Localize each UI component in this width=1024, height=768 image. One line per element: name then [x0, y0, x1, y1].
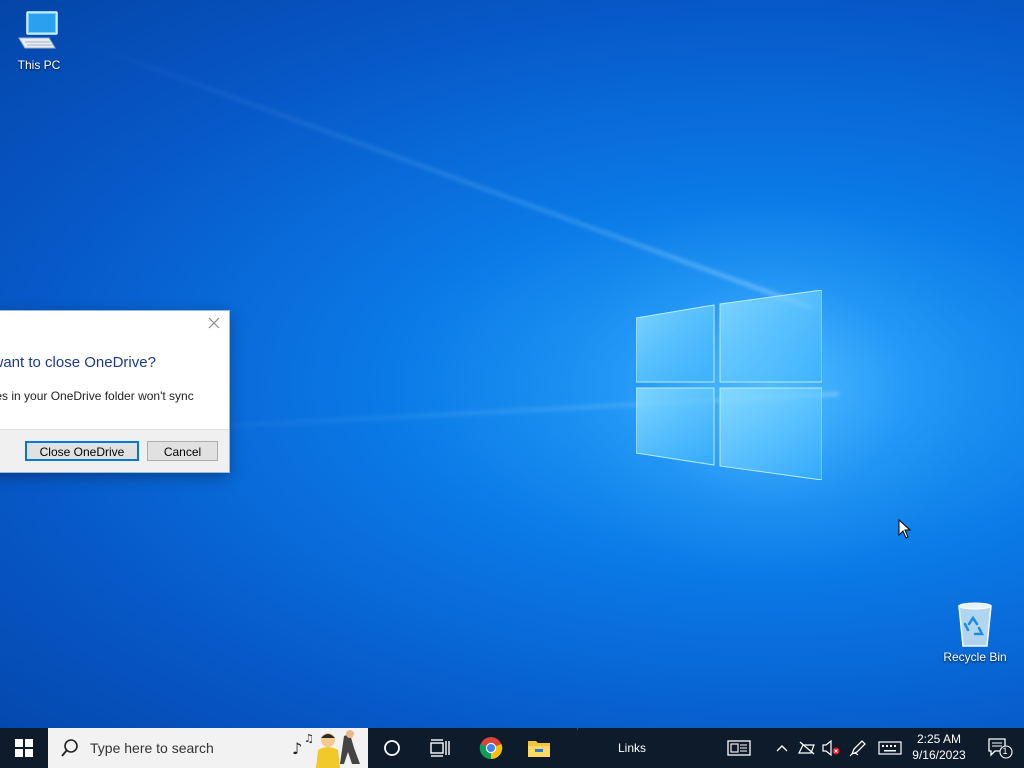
- search-input[interactable]: [88, 739, 292, 757]
- volume-muted-icon: [822, 740, 840, 756]
- action-center-button[interactable]: 1: [980, 728, 1020, 768]
- dialog-body-line: .: [0, 404, 220, 420]
- desktop-icon-recycle-bin[interactable]: Recycle Bin: [937, 600, 1013, 664]
- dialog-close-button[interactable]: [207, 317, 221, 331]
- desktop-icon-label: Recycle Bin: [943, 650, 1007, 664]
- search-highlight-art: ♪ ♫: [292, 730, 360, 768]
- volume-button[interactable]: [820, 728, 842, 768]
- dialog-footer: Close OneDrive Cancel: [0, 429, 229, 472]
- taskbar-clock[interactable]: 2:25 AM 9/16/2023: [904, 731, 974, 765]
- pen-icon: [849, 740, 866, 757]
- desktop: This PC Recycle Bin u want to close OneD…: [0, 0, 1024, 768]
- touch-keyboard-button[interactable]: [876, 728, 904, 768]
- mouse-cursor-icon: [898, 519, 912, 539]
- svg-text:♪: ♪: [292, 739, 302, 758]
- chrome-icon: [479, 737, 503, 760]
- windows-ink-button[interactable]: [846, 728, 870, 768]
- search-icon: [61, 739, 78, 757]
- close-icon: [208, 317, 220, 329]
- recycle-bin-icon: [958, 602, 992, 647]
- windows-start-icon: [15, 739, 33, 757]
- dialog-body-text: , files in your OneDrive folder won't sy…: [0, 388, 220, 420]
- clock-time: 2:25 AM: [916, 732, 962, 746]
- network-icon: [798, 741, 815, 755]
- chrome-taskbar-button[interactable]: [470, 728, 512, 768]
- svg-text:♫: ♫: [304, 732, 314, 745]
- taskbar-search-box[interactable]: ♪ ♫: [48, 728, 368, 768]
- keyboard-icon: [878, 741, 902, 755]
- task-view-icon: [430, 739, 450, 757]
- close-onedrive-dialog: u want to close OneDrive? , files in you…: [0, 311, 229, 472]
- computer-icon: [18, 11, 58, 49]
- task-view-button[interactable]: [420, 728, 460, 768]
- close-onedrive-button[interactable]: Close OneDrive: [25, 441, 139, 461]
- dialog-body-line: , files in your OneDrive folder won't sy…: [0, 389, 194, 403]
- show-hidden-icons-button[interactable]: [772, 728, 792, 768]
- cancel-button[interactable]: Cancel: [147, 441, 218, 461]
- news-and-interests-button[interactable]: [722, 728, 756, 768]
- taskbar: ♪ ♫: [0, 728, 1024, 768]
- notification-count-badge: 1: [1002, 746, 1008, 756]
- clock-date: 9/16/2023: [912, 748, 966, 762]
- desktop-icon-this-pc[interactable]: This PC: [1, 8, 77, 72]
- news-icon: [727, 740, 751, 756]
- desktop-icon-label: This PC: [17, 58, 61, 72]
- light-beam: [78, 40, 813, 310]
- cortana-button[interactable]: [372, 728, 412, 768]
- network-button[interactable]: [796, 728, 818, 768]
- file-explorer-icon: [528, 741, 550, 757]
- start-button[interactable]: [0, 728, 48, 768]
- windows-logo-wallpaper: [636, 290, 822, 480]
- dialog-heading: u want to close OneDrive?: [0, 354, 156, 371]
- file-explorer-taskbar-button[interactable]: [518, 728, 560, 768]
- taskbar-separator: [577, 728, 578, 730]
- cortana-icon: [384, 740, 400, 756]
- links-toolbar[interactable]: Links: [600, 728, 664, 768]
- chevron-up-icon: [776, 745, 788, 752]
